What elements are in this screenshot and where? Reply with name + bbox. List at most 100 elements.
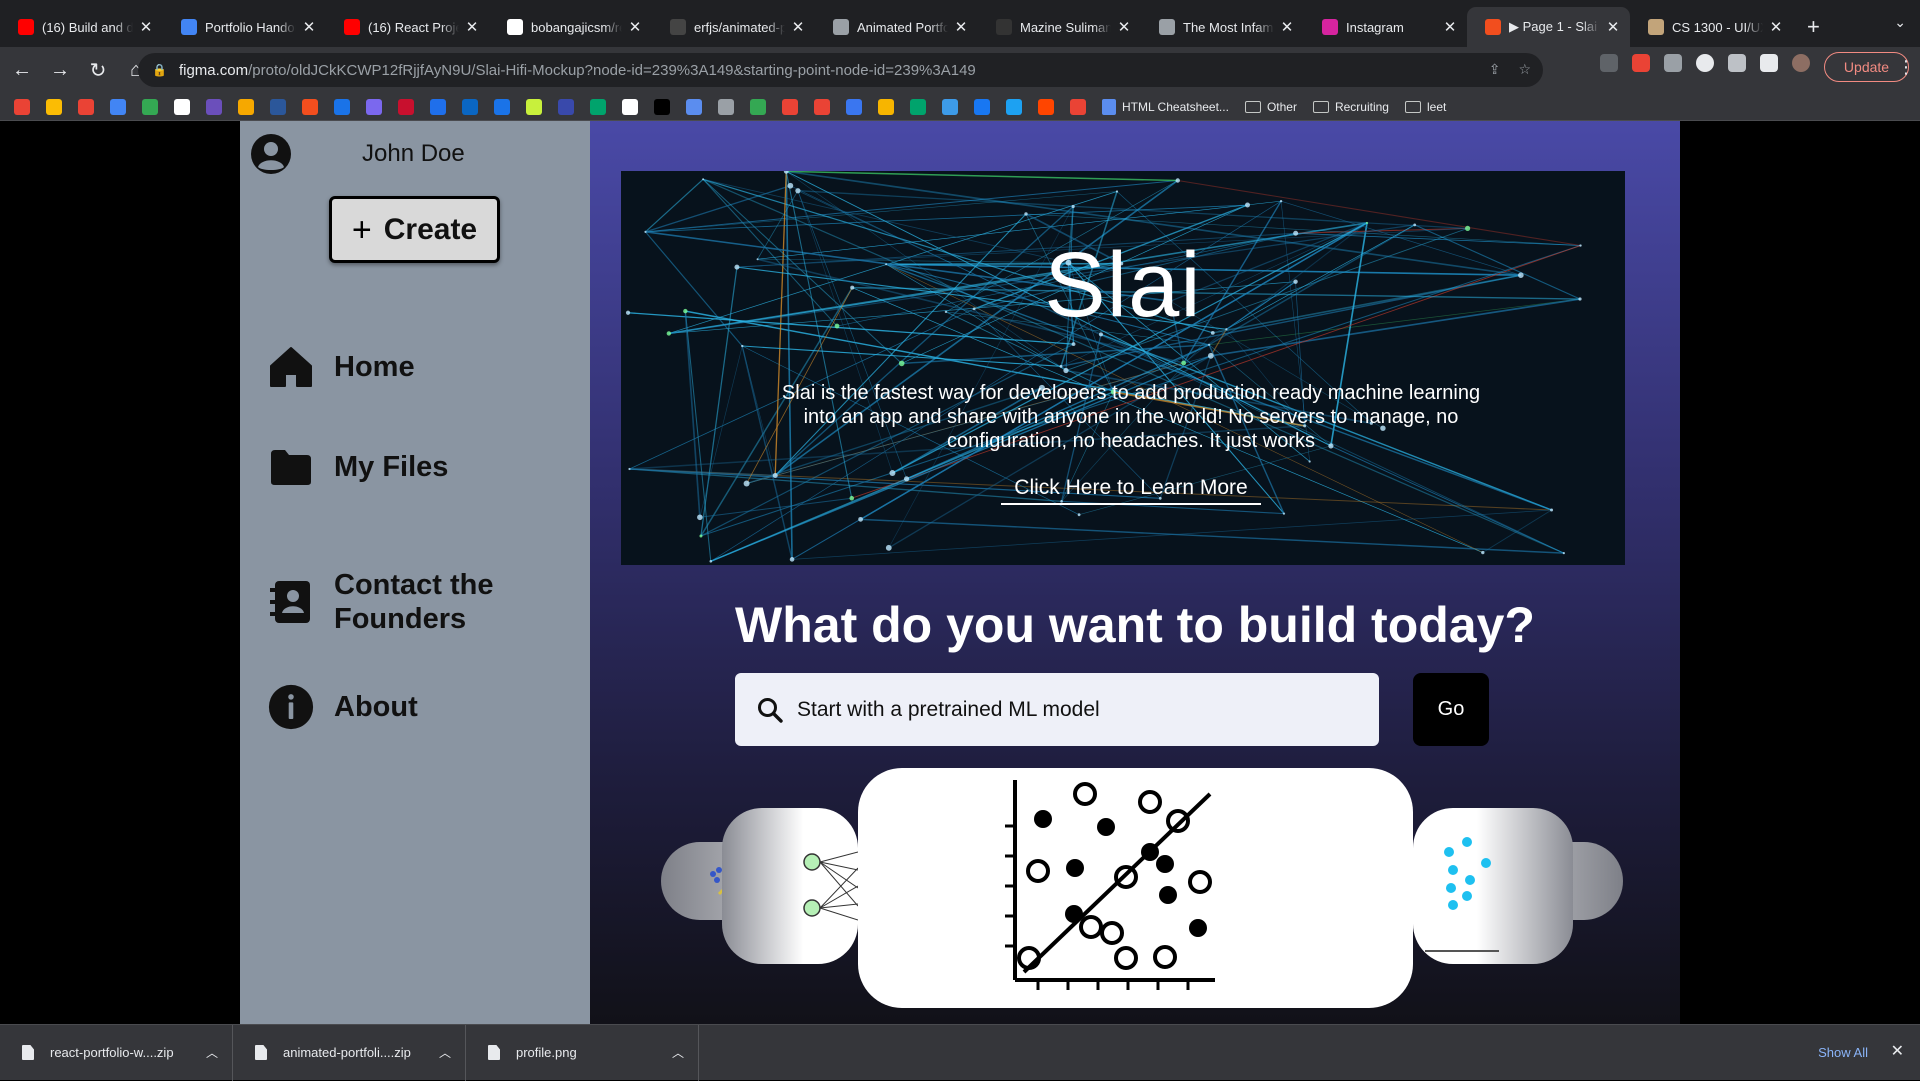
- bookmark-favicon-icon[interactable]: [462, 98, 478, 115]
- close-tab-icon[interactable]: ✕: [1606, 18, 1620, 36]
- close-tab-icon[interactable]: ✕: [628, 18, 642, 36]
- bookmark-favicon-icon[interactable]: [1006, 98, 1022, 115]
- browser-tab[interactable]: bobangajicsm/rea ✕: [489, 7, 652, 47]
- model-search-field[interactable]: [735, 673, 1379, 746]
- close-tab-icon[interactable]: ✕: [954, 18, 968, 36]
- side-panel-icon[interactable]: [1760, 54, 1778, 72]
- bookmark-favicon-icon[interactable]: [590, 98, 606, 115]
- bookmark-favicon-icon[interactable]: [110, 98, 126, 115]
- download-item[interactable]: animated-portfoli....zip ︿: [233, 1024, 466, 1081]
- notes-extension-icon[interactable]: [1664, 54, 1682, 72]
- bookmark-favicon-icon[interactable]: [558, 98, 574, 115]
- carousel-card-regression[interactable]: [858, 768, 1413, 1008]
- carousel-card-left[interactable]: [722, 808, 859, 964]
- bookmark-folder[interactable]: Recruiting: [1312, 100, 1389, 114]
- bookmark-favicon-icon[interactable]: [174, 98, 190, 115]
- bookmark-favicon-icon[interactable]: [782, 98, 798, 115]
- bookmark-favicon-icon[interactable]: [814, 98, 830, 115]
- bookmark-favicon-icon[interactable]: [654, 98, 670, 115]
- forward-button[interactable]: →: [44, 54, 76, 86]
- bookmark-favicon-icon[interactable]: [302, 98, 318, 115]
- bookmark-favicon-icon[interactable]: [494, 98, 510, 115]
- site-icon: [833, 19, 849, 35]
- bookmark-favicon-icon[interactable]: [366, 98, 382, 115]
- bookmark-folder[interactable]: leet: [1404, 100, 1446, 114]
- back-button[interactable]: ←: [6, 54, 38, 86]
- bookmark-favicon-icon[interactable]: [430, 98, 446, 115]
- bookmark-item[interactable]: HTML Cheatsheet...: [1102, 98, 1229, 115]
- bookmark-favicon-icon[interactable]: [846, 98, 862, 115]
- go-button[interactable]: Go: [1413, 673, 1489, 746]
- bookmark-favicon-icon[interactable]: [334, 98, 350, 115]
- reading-list-icon[interactable]: [1728, 54, 1746, 72]
- bookmark-favicon-icon[interactable]: [1070, 98, 1086, 115]
- bookmark-favicon-icon[interactable]: [878, 98, 894, 115]
- reload-button[interactable]: ↻: [82, 54, 114, 86]
- browser-tab[interactable]: erfjs/animated-pc ✕: [652, 7, 815, 47]
- browser-tab[interactable]: CS 1300 - UI/UX ✕: [1630, 7, 1793, 47]
- close-tab-icon[interactable]: ✕: [1117, 18, 1131, 36]
- extensions-puzzle-icon[interactable]: [1696, 54, 1714, 72]
- browser-tab[interactable]: Portfolio Handout ✕: [163, 7, 326, 47]
- profile-avatar-icon[interactable]: [1792, 54, 1810, 72]
- browser-tab[interactable]: (16) Build and de ✕: [0, 7, 163, 47]
- tab-search-button[interactable]: ⌄: [1894, 14, 1906, 31]
- close-tab-icon[interactable]: ✕: [302, 18, 316, 36]
- bookmark-favicon-icon[interactable]: [206, 98, 222, 115]
- bookmark-favicon-icon[interactable]: [718, 98, 734, 115]
- sidebar-item-contact-founders[interactable]: Contact the Founders: [268, 568, 504, 636]
- browser-tab[interactable]: (16) React Projec ✕: [326, 7, 489, 47]
- bookmark-favicon-icon[interactable]: [622, 98, 638, 115]
- bookmark-favicon-icon[interactable]: [78, 98, 94, 115]
- browser-tab[interactable]: The Most Infamou ✕: [1141, 7, 1304, 47]
- google-docs-icon: [181, 19, 197, 35]
- bookmark-folder[interactable]: Other: [1244, 100, 1297, 114]
- share-icon[interactable]: ⇪: [1489, 61, 1501, 78]
- chevron-up-icon[interactable]: ︿: [672, 1044, 684, 1061]
- bookmark-star-icon[interactable]: ☆: [1518, 61, 1531, 78]
- sidebar-item-about[interactable]: About: [268, 684, 418, 730]
- search-input[interactable]: [797, 697, 1337, 722]
- browser-tab[interactable]: Animated Portfoli ✕: [815, 7, 978, 47]
- adblock-extension-icon[interactable]: [1632, 54, 1650, 72]
- bookmark-favicon-icon[interactable]: [686, 98, 702, 115]
- close-tab-icon[interactable]: ✕: [791, 18, 805, 36]
- browser-tab[interactable]: Mazine Suliman ✕: [978, 7, 1141, 47]
- address-bar[interactable]: 🔒 figma.com/proto/oldJCkKCWP12fRjjfAyN9U…: [138, 53, 1543, 87]
- bookmark-favicon-icon[interactable]: [142, 98, 158, 115]
- bookmark-favicon-icon[interactable]: [14, 98, 30, 115]
- chevron-up-icon[interactable]: ︿: [206, 1044, 218, 1061]
- bookmark-favicon-icon[interactable]: [910, 98, 926, 115]
- create-button[interactable]: + Create: [329, 196, 500, 263]
- close-tab-icon[interactable]: ✕: [465, 18, 479, 36]
- new-tab-button[interactable]: +: [1807, 7, 1820, 47]
- bookmark-favicon-icon[interactable]: [398, 98, 414, 115]
- sidebar-item-my-files[interactable]: My Files: [268, 444, 448, 490]
- close-tab-icon[interactable]: ✕: [1443, 18, 1457, 36]
- bookmark-favicon-icon[interactable]: [270, 98, 286, 115]
- close-tab-icon[interactable]: ✕: [1280, 18, 1294, 36]
- close-tab-icon[interactable]: ✕: [139, 18, 153, 36]
- download-item[interactable]: react-portfolio-w....zip ︿: [0, 1024, 233, 1081]
- sidebar-item-home[interactable]: Home: [268, 344, 415, 390]
- carousel-card-right[interactable]: [1413, 808, 1573, 964]
- bookmark-favicon-icon[interactable]: [974, 98, 990, 115]
- bookmark-favicon-icon[interactable]: [750, 98, 766, 115]
- show-all-downloads-link[interactable]: Show All: [1818, 1045, 1868, 1060]
- bookmark-favicon-icon[interactable]: [942, 98, 958, 115]
- browser-menu-icon[interactable]: ⋮: [1897, 57, 1915, 78]
- learn-more-link[interactable]: Click Here to Learn More: [1001, 476, 1261, 505]
- browser-tab[interactable]: ▶ Page 1 - Slai Hi ✕: [1467, 7, 1630, 47]
- browser-tab[interactable]: Instagram ✕: [1304, 7, 1467, 47]
- bookmark-favicon-icon[interactable]: [46, 98, 62, 115]
- bookmark-favicon-icon[interactable]: [526, 98, 542, 115]
- chevron-up-icon[interactable]: ︿: [439, 1044, 451, 1061]
- download-item[interactable]: profile.png ︿: [466, 1024, 699, 1081]
- user-avatar-icon[interactable]: [250, 133, 292, 175]
- close-icon[interactable]: ✕: [1891, 1041, 1904, 1061]
- close-tab-icon[interactable]: ✕: [1769, 18, 1783, 36]
- bookmark-favicon-icon[interactable]: [238, 98, 254, 115]
- bookmark-favicon-icon[interactable]: [1038, 98, 1054, 115]
- incognito-extension-icon[interactable]: [1600, 54, 1618, 72]
- plus-icon: +: [351, 210, 372, 249]
